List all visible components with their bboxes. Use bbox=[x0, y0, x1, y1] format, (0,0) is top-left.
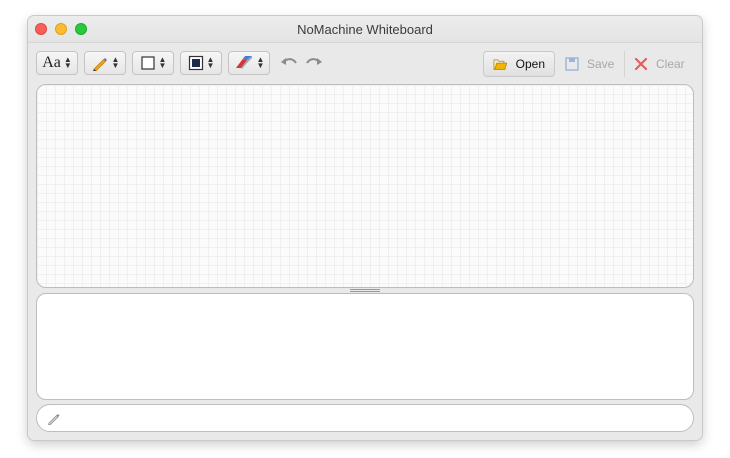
redo-button[interactable] bbox=[302, 51, 326, 75]
stepper-arrows-icon: ▲ ▼ bbox=[158, 55, 167, 70]
undo-button[interactable] bbox=[277, 51, 301, 75]
fill-icon bbox=[188, 55, 203, 71]
eraser-icon bbox=[235, 56, 252, 69]
font-icon: Aa bbox=[42, 54, 61, 71]
eraser-selector[interactable]: ▲ ▼ bbox=[228, 51, 270, 75]
canvas-grid bbox=[37, 85, 693, 287]
stepper-arrows-icon: ▲ ▼ bbox=[111, 55, 120, 70]
redo-icon bbox=[306, 58, 322, 65]
pencil-selector[interactable]: ▲ ▼ bbox=[84, 51, 126, 75]
pane-splitter-handle[interactable] bbox=[350, 289, 380, 292]
pencil-icon bbox=[92, 58, 107, 72]
undo-icon bbox=[281, 58, 297, 65]
message-input-bar[interactable] bbox=[36, 404, 694, 432]
clear-button[interactable]: Clear bbox=[624, 51, 694, 77]
message-area[interactable] bbox=[36, 293, 694, 400]
font-selector[interactable]: Aa ▲ ▼ bbox=[36, 51, 78, 75]
open-button[interactable]: Open bbox=[483, 51, 555, 77]
whiteboard-window: NoMachine Whiteboard Aa ▲ ▼ ▲ ▼ ▲ ▼ ▲ ▼ … bbox=[28, 16, 702, 440]
folder-icon bbox=[493, 59, 508, 70]
clear-icon bbox=[634, 57, 648, 71]
save-button[interactable]: Save bbox=[556, 51, 624, 77]
stepper-arrows-icon: ▲ ▼ bbox=[63, 55, 72, 70]
message-input[interactable] bbox=[67, 409, 681, 429]
fill-selector[interactable]: ▲ ▼ bbox=[180, 51, 222, 75]
clear-button-label: Clear bbox=[656, 57, 685, 71]
pencil-small-icon bbox=[48, 414, 60, 425]
shape-icon bbox=[140, 56, 155, 70]
save-icon bbox=[565, 57, 579, 71]
stepper-arrows-icon: ▲ ▼ bbox=[256, 55, 265, 70]
stepper-arrows-icon: ▲ ▼ bbox=[206, 55, 215, 70]
title-bar[interactable]: NoMachine Whiteboard bbox=[28, 16, 702, 43]
window-title: NoMachine Whiteboard bbox=[297, 22, 433, 37]
toolbar: Aa ▲ ▼ ▲ ▼ ▲ ▼ ▲ ▼ ▲ ▼ Open Save Clear bbox=[28, 43, 702, 81]
save-button-label: Save bbox=[587, 57, 615, 71]
shape-selector[interactable]: ▲ ▼ bbox=[132, 51, 174, 75]
open-button-label: Open bbox=[515, 57, 545, 71]
drawing-canvas[interactable] bbox=[36, 84, 694, 288]
